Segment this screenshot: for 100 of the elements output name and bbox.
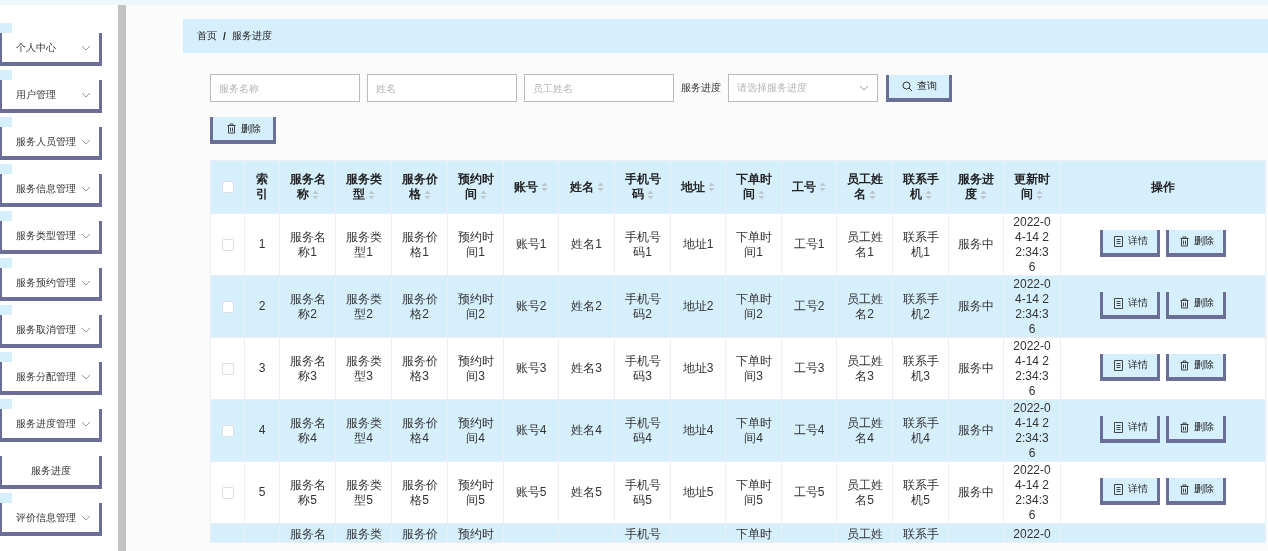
submenu-item[interactable]: 服务进度 xyxy=(0,456,102,489)
column-header[interactable]: 服务类型 xyxy=(335,160,392,214)
table-cell: 工号5 xyxy=(781,461,837,524)
table-cell: 工号4 xyxy=(781,399,837,462)
checkbox[interactable] xyxy=(221,300,234,313)
column-header[interactable]: 服务进度 xyxy=(948,160,1004,214)
document-icon xyxy=(1112,235,1124,247)
column-header[interactable]: 服务价格 xyxy=(391,160,448,214)
column-header[interactable]: 联系手机 xyxy=(892,160,949,214)
details-button[interactable]: 详情 xyxy=(1100,291,1160,319)
table-cell: 地址4 xyxy=(670,399,726,462)
checkbox[interactable] xyxy=(221,238,234,251)
table-cell: 服务价格5 xyxy=(391,461,448,524)
checkbox[interactable] xyxy=(221,486,234,499)
delete-button[interactable]: 删除 xyxy=(1166,477,1226,505)
table-cell: 预约时间2 xyxy=(447,275,504,338)
tab-marker xyxy=(0,211,12,221)
tab-marker xyxy=(0,258,12,268)
column-header[interactable]: 工号 xyxy=(781,160,837,214)
table-cell: 账号1 xyxy=(503,213,559,276)
table-cell: 账号5 xyxy=(503,461,559,524)
table-cell: 手机号码5 xyxy=(614,461,671,524)
column-header[interactable]: 员工姓名 xyxy=(836,160,893,214)
tab-marker xyxy=(0,164,12,174)
delete-button[interactable]: 删除 xyxy=(1166,229,1226,257)
menu-item[interactable]: 服务预约管理 xyxy=(0,268,102,301)
column-header[interactable]: 更新时间 xyxy=(1003,160,1061,214)
checkbox[interactable] xyxy=(221,181,234,194)
details-button[interactable]: 详情 xyxy=(1100,477,1160,505)
column-header[interactable]: 预约时间 xyxy=(447,160,504,214)
table-cell: 服务名称2 xyxy=(279,275,336,338)
table-cell: 服务类型5 xyxy=(335,461,392,524)
table-cell: 下单时间1 xyxy=(725,213,782,276)
table-cell: 联系手机5 xyxy=(892,461,949,524)
tab-marker xyxy=(0,23,12,33)
delete-button[interactable]: 删除 xyxy=(1166,353,1226,381)
trash-icon xyxy=(1178,421,1190,433)
trash-icon xyxy=(1178,483,1190,495)
table-cell: 账号3 xyxy=(503,337,559,400)
delete-button[interactable]: 删除 xyxy=(1166,415,1226,443)
table-cell: 联系手机3 xyxy=(892,337,949,400)
breadcrumb-separator: / xyxy=(223,30,226,42)
column-header: 操作 xyxy=(1060,160,1266,214)
table-cell: 服务中 xyxy=(948,337,1004,400)
details-button[interactable]: 详情 xyxy=(1100,229,1160,257)
checkbox[interactable] xyxy=(221,424,234,437)
menu-item[interactable]: 服务人员管理 xyxy=(0,127,102,160)
column-header[interactable]: 地址 xyxy=(670,160,726,214)
trash-icon xyxy=(1178,359,1190,371)
delete-button[interactable]: 删除 xyxy=(210,117,276,144)
document-icon xyxy=(1112,359,1124,371)
table-cell: 预约时间4 xyxy=(447,399,504,462)
table-cell: 姓名3 xyxy=(558,337,615,400)
chevron-down-icon xyxy=(81,420,91,427)
column-header[interactable]: 手机号码 xyxy=(614,160,671,214)
details-button[interactable]: 详情 xyxy=(1100,415,1160,443)
table-cell: 地址5 xyxy=(670,461,726,524)
menu-item[interactable]: 服务分配管理 xyxy=(0,362,102,395)
search-button[interactable]: 查询 xyxy=(886,74,952,102)
details-button[interactable]: 详情 xyxy=(1100,353,1160,381)
table-cell: 地址2 xyxy=(670,275,726,338)
checkbox[interactable] xyxy=(221,362,234,375)
chevron-down-icon xyxy=(81,279,91,286)
table-cell: 姓名1 xyxy=(558,213,615,276)
search-field[interactable]: 姓名 xyxy=(367,74,517,102)
menu-item[interactable]: 用户管理 xyxy=(0,80,102,113)
table-cell: 工号1 xyxy=(781,213,837,276)
table-cell: 服务名称4 xyxy=(279,399,336,462)
table-cell: 服务价格3 xyxy=(391,337,448,400)
breadcrumb-link[interactable]: 服务进度 xyxy=(231,29,272,43)
tab-marker xyxy=(0,305,12,315)
column-header[interactable]: 服务名称 xyxy=(279,160,336,214)
table-cell: 姓名2 xyxy=(558,275,615,338)
menu-item[interactable]: 服务取消管理 xyxy=(0,315,102,348)
table-cell: 服务类型1 xyxy=(335,213,392,276)
table-cell: 下单时间2 xyxy=(725,275,782,338)
search-field[interactable]: 员工姓名 xyxy=(524,74,674,102)
search-field[interactable]: 服务名称 xyxy=(210,74,360,102)
menu-item[interactable]: 服务类型管理 xyxy=(0,221,102,254)
document-icon xyxy=(1112,483,1124,495)
delete-button[interactable]: 删除 xyxy=(1166,291,1226,319)
menu-item[interactable]: 服务信息管理 xyxy=(0,174,102,207)
table-cell: 5 xyxy=(244,461,280,524)
column-header[interactable]: 姓名 xyxy=(558,160,615,214)
table-cell: 联系手机1 xyxy=(892,213,949,276)
menu-item[interactable]: 服务进度管理 xyxy=(0,409,102,442)
menu-item[interactable]: 评价信息管理 xyxy=(0,503,102,536)
table-cell: 服务中 xyxy=(948,275,1004,338)
breadcrumb-link[interactable]: 首页 xyxy=(197,29,217,43)
table-cell: 服务类型4 xyxy=(335,399,392,462)
menu-item[interactable]: 个人中心 xyxy=(0,33,102,66)
table-cell: 账号4 xyxy=(503,399,559,462)
tab-marker xyxy=(0,493,12,503)
column-header[interactable]: 账号 xyxy=(503,160,559,214)
table-cell: 服务价格2 xyxy=(391,275,448,338)
column-header[interactable]: 下单时间 xyxy=(725,160,782,214)
table-cell: 2022-04-14 22:34:36 xyxy=(1003,461,1061,524)
tab-marker xyxy=(0,117,12,127)
chevron-down-icon xyxy=(859,85,869,91)
chevron-down-icon xyxy=(81,185,91,192)
